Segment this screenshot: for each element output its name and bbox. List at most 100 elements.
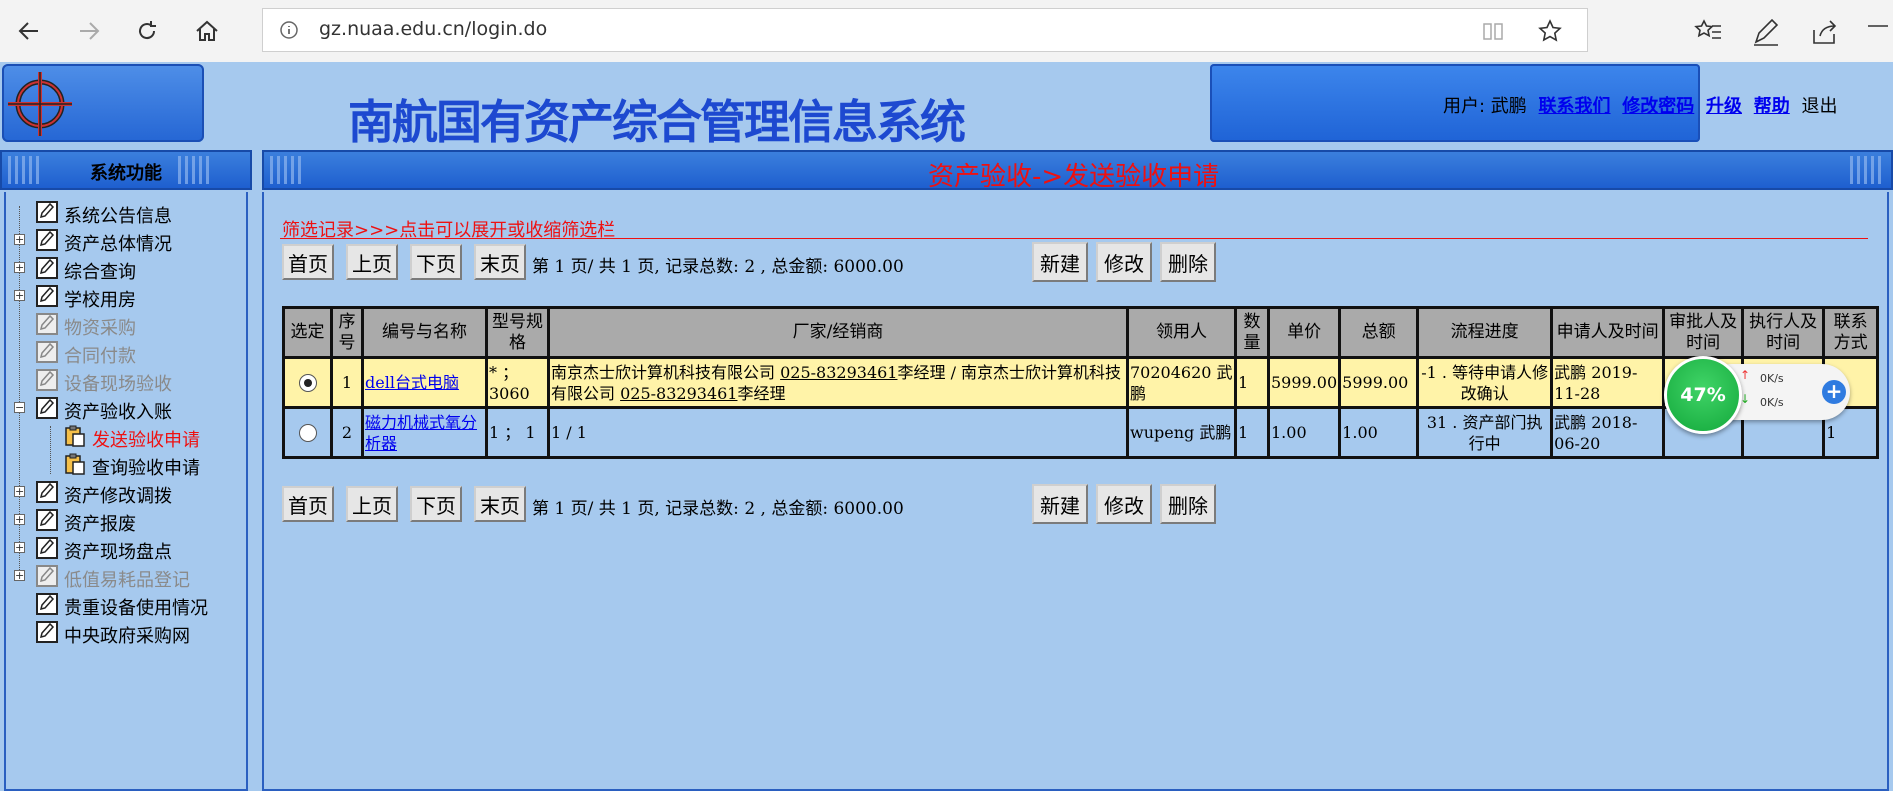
sidebar: 系统公告信息 + 资产总体情况 + 综合查询 + 学校用房 物资采购 合同付款 …: [4, 192, 248, 791]
sidebar-item-consumables[interactable]: + 低值易耗品登记: [6, 564, 246, 591]
logo-panel: [2, 64, 204, 142]
sidebar-item-query[interactable]: + 综合查询: [6, 256, 246, 283]
refresh-button[interactable]: [128, 12, 166, 50]
edit-button[interactable]: 修改: [1096, 484, 1152, 524]
sidebar-item-query-acceptance[interactable]: 查询验收申请: [6, 452, 246, 479]
back-button[interactable]: [10, 12, 48, 50]
home-button[interactable]: [188, 12, 226, 50]
sidebar-item-acceptance-entry[interactable]: − 资产验收入账: [6, 396, 246, 423]
expand-icon[interactable]: +: [14, 514, 25, 525]
column-header[interactable]: 型号规格: [485, 306, 550, 359]
applicant-cell: 武鹏 2018-06-20: [1550, 406, 1666, 459]
prev-page-button[interactable]: 上页: [346, 486, 398, 522]
total-cell: 5999.00: [1338, 356, 1420, 409]
table-row[interactable]: 2 磁力机械式氧分析器 1 ； 1 1 / 1 wupeng 武鹏 1 1.00…: [282, 406, 1880, 459]
column-header[interactable]: 流程进度: [1416, 306, 1554, 359]
vendor-phone: 025-83293461: [780, 362, 898, 382]
sidebar-item-send-acceptance[interactable]: 发送验收申请: [6, 424, 246, 451]
address-bar[interactable]: gz.nuaa.edu.cn/login.do: [262, 8, 1588, 52]
row-radio[interactable]: [298, 373, 317, 392]
sidebar-item-housing[interactable]: + 学校用房: [6, 284, 246, 311]
expand-icon[interactable]: +: [14, 542, 25, 553]
logout-link[interactable]: 退出: [1801, 96, 1837, 117]
row-radio[interactable]: [298, 423, 317, 442]
first-page-button[interactable]: 首页: [282, 244, 334, 280]
column-header[interactable]: 审批人及时间: [1662, 306, 1745, 359]
delete-button[interactable]: 删除: [1160, 242, 1216, 282]
column-header[interactable]: 序号: [330, 306, 364, 359]
sidebar-item-onsite-acceptance[interactable]: 设备现场验收: [6, 368, 246, 395]
help-link[interactable]: 帮助: [1754, 96, 1790, 117]
vendor-cell: 南京杰士欣计算机科技有限公司 025-83293461李经理 / 南京杰士欣计算…: [547, 356, 1129, 409]
clipboard-icon: [65, 425, 85, 447]
sidebar-item-announcements[interactable]: 系统公告信息: [6, 200, 246, 227]
column-header[interactable]: 总额: [1338, 306, 1420, 359]
column-header[interactable]: 编号与名称: [361, 306, 488, 359]
sidebar-item-procurement[interactable]: 物资采购: [6, 312, 246, 339]
document-icon: [36, 341, 58, 363]
network-speed-widget[interactable]: 47% ↑ 0K/s ↓ 0K/s +: [1664, 356, 1852, 434]
sidebar-header: 系统功能: [0, 150, 252, 190]
expand-icon[interactable]: +: [14, 486, 25, 497]
prev-page-button[interactable]: 上页: [346, 244, 398, 280]
column-header[interactable]: 领用人: [1126, 306, 1237, 359]
info-icon[interactable]: [279, 20, 299, 40]
share-icon[interactable]: [1808, 16, 1840, 48]
more-icon[interactable]: [1862, 16, 1893, 48]
arrow-right-icon: [80, 22, 100, 40]
plus-icon[interactable]: +: [1822, 380, 1846, 404]
sidebar-item-label: 中央政府采购网: [64, 626, 190, 647]
expand-icon[interactable]: +: [14, 234, 25, 245]
next-page-button[interactable]: 下页: [410, 244, 462, 280]
delete-button[interactable]: 删除: [1160, 484, 1216, 524]
expand-icon[interactable]: +: [14, 290, 25, 301]
column-header[interactable]: 选定: [282, 306, 333, 359]
sidebar-item-modify-transfer[interactable]: + 资产修改调拨: [6, 480, 246, 507]
favorites-icon[interactable]: [1692, 16, 1724, 48]
table-row[interactable]: 1 dell台式电脑 * ；3060 南京杰士欣计算机科技有限公司 025-83…: [282, 356, 1880, 409]
sidebar-item-label: 学校用房: [64, 290, 136, 311]
column-header[interactable]: 联系方式: [1822, 306, 1880, 359]
memory-percent[interactable]: 47%: [1664, 356, 1742, 434]
upload-speed: 0K/s: [1760, 372, 1784, 385]
column-header[interactable]: 申请人及时间: [1550, 306, 1666, 359]
collapse-icon[interactable]: −: [14, 402, 25, 413]
document-icon: [36, 369, 58, 391]
sidebar-item-scrap[interactable]: + 资产报废: [6, 508, 246, 535]
change-password-link[interactable]: 修改密码: [1622, 96, 1694, 117]
sidebar-item-inventory[interactable]: + 资产现场盘点: [6, 536, 246, 563]
pen-icon[interactable]: [1750, 16, 1782, 48]
new-button[interactable]: 新建: [1032, 242, 1088, 282]
document-icon: [36, 509, 58, 531]
sidebar-item-contract-payment[interactable]: 合同付款: [6, 340, 246, 367]
column-header[interactable]: 数量: [1234, 306, 1270, 359]
reading-view-icon[interactable]: [1481, 19, 1505, 43]
column-header[interactable]: 执行人及时间: [1741, 306, 1826, 359]
clipboard-icon: [65, 453, 85, 475]
sidebar-item-label: 设备现场验收: [64, 374, 172, 395]
column-header[interactable]: 厂家/经销商: [547, 306, 1129, 359]
spec-cell: * ；3060: [485, 356, 550, 409]
url-text[interactable]: gz.nuaa.edu.cn/login.do: [319, 18, 547, 40]
expand-icon[interactable]: +: [14, 570, 25, 581]
next-page-button[interactable]: 下页: [410, 486, 462, 522]
asset-name-link[interactable]: dell台式电脑: [366, 373, 459, 392]
star-icon[interactable]: [1537, 18, 1563, 44]
sidebar-item-overview[interactable]: + 资产总体情况: [6, 228, 246, 255]
sidebar-item-label: 资产验收入账: [64, 402, 172, 423]
sidebar-item-valuable-equipment[interactable]: 贵重设备使用情况: [6, 592, 246, 619]
last-page-button[interactable]: 末页: [474, 486, 526, 522]
breadcrumb: 资产验收->发送验收申请: [928, 162, 1220, 192]
upgrade-link[interactable]: 升级: [1706, 96, 1742, 117]
sidebar-item-label: 查询验收申请: [92, 458, 200, 479]
expand-icon[interactable]: +: [14, 262, 25, 273]
new-button[interactable]: 新建: [1032, 484, 1088, 524]
edit-button[interactable]: 修改: [1096, 242, 1152, 282]
last-page-button[interactable]: 末页: [474, 244, 526, 280]
forward-button[interactable]: [70, 12, 108, 50]
first-page-button[interactable]: 首页: [282, 486, 334, 522]
asset-name-link[interactable]: 磁力机械式氧分析器: [366, 413, 478, 453]
sidebar-item-gov-procurement[interactable]: 中央政府采购网: [6, 620, 246, 647]
contact-link[interactable]: 联系我们: [1539, 96, 1611, 117]
column-header[interactable]: 单价: [1266, 306, 1342, 359]
